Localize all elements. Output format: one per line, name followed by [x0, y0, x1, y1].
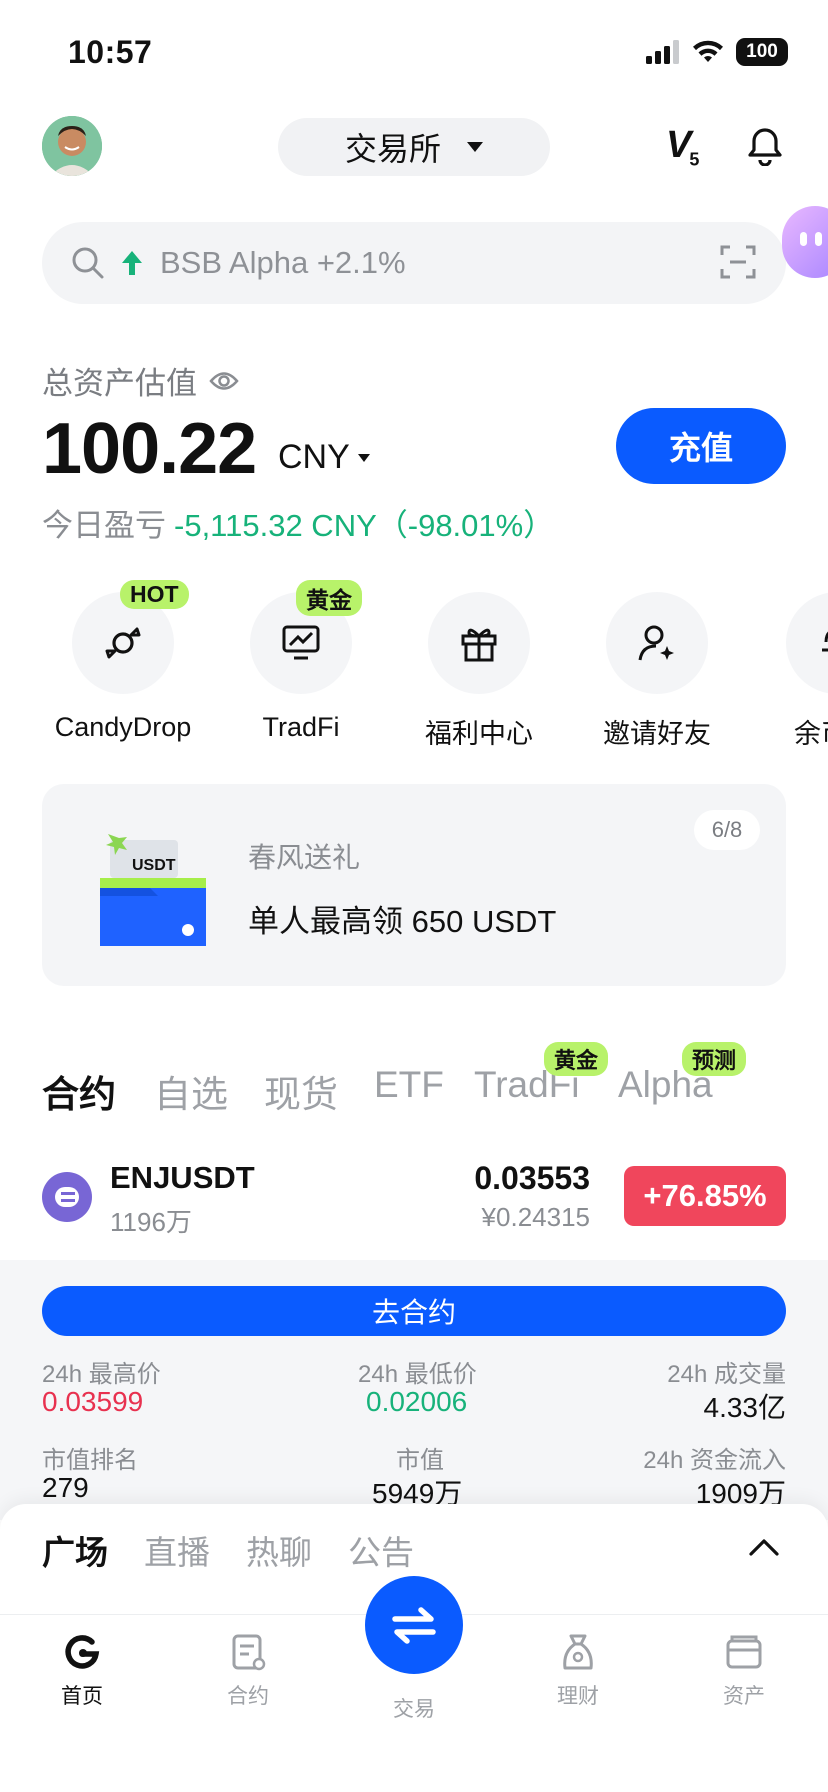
stat-high-label: 24h 最高价 — [42, 1361, 161, 1388]
stat-inflow-label: 24h 资金流入 — [643, 1447, 786, 1474]
today-pnl-value: -5,115.32 CNY（-98.01%） — [174, 508, 555, 543]
svg-text:USDT: USDT — [132, 857, 176, 874]
battery-indicator: 100 — [736, 38, 788, 66]
tab-spot[interactable]: 现货 — [264, 1064, 338, 1118]
tab-square[interactable]: 广场 — [42, 1526, 108, 1574]
trade-fab[interactable] — [365, 1576, 463, 1674]
tab-watchlist[interactable]: 自选 — [154, 1064, 228, 1118]
tab-contract[interactable]: 合约 — [42, 1064, 116, 1118]
trend-up-icon — [122, 251, 142, 275]
wallet-icon — [726, 1635, 762, 1669]
swap-icon — [392, 1607, 436, 1644]
candy-icon — [105, 627, 141, 659]
finance-icon — [563, 1634, 593, 1670]
chart-monitor-icon — [282, 625, 320, 660]
coin-symbol[interactable]: ENJUSDT — [110, 1160, 255, 1196]
vip-badge[interactable]: V5 — [666, 124, 699, 171]
stat-marketcap-label: 市值 — [396, 1447, 444, 1474]
caret-down-icon — [357, 453, 370, 462]
stat-volume-value: 4.33亿 — [703, 1392, 787, 1423]
stat-volume-label: 24h 成交量 — [667, 1361, 786, 1388]
stat-low-value: 0.02006 — [366, 1386, 468, 1417]
nav-trade-label[interactable]: 交易 — [384, 1693, 444, 1723]
tab-hot-chat[interactable]: 热聊 — [246, 1526, 312, 1574]
gift-icon — [461, 628, 497, 662]
signal-icon — [646, 40, 679, 64]
promo-page-indicator: 6/8 — [694, 810, 760, 850]
asset-label: 总资产估值 — [42, 358, 239, 403]
quick-entry-candydrop[interactable]: HOT CandyDrop — [38, 580, 208, 743]
search-trending-text: BSB Alpha +2.1% — [160, 245, 406, 280]
quick-entry-tradfi[interactable]: 黄金 TradFi — [216, 580, 386, 743]
alpha-predict-badge: 预测 — [682, 1042, 747, 1076]
chevron-down-icon — [467, 142, 483, 152]
home-icon — [65, 1635, 100, 1669]
search-bar[interactable]: BSB Alpha +2.1% — [42, 222, 786, 304]
quick-entry-invite[interactable]: 邀请好友 — [572, 592, 742, 751]
hot-badge: HOT — [120, 580, 189, 609]
wifi-icon — [693, 40, 723, 62]
status-icons: 100 — [646, 38, 788, 66]
scan-icon[interactable] — [720, 244, 756, 280]
exchange-switcher[interactable]: 交易所 — [278, 118, 550, 176]
nav-contract[interactable]: 合约 — [188, 1632, 308, 1710]
tab-announcements[interactable]: 公告 — [348, 1526, 414, 1574]
go-contract-button[interactable]: 去合约 — [42, 1286, 786, 1336]
quick-entry-savings[interactable]: 余币宝 — [750, 592, 828, 751]
coin-change-badge[interactable]: +76.85% — [624, 1166, 786, 1226]
deposit-button[interactable]: 充值 — [616, 408, 786, 484]
stat-low-label: 24h 最低价 — [358, 1361, 477, 1388]
stat-rank-label: 市值排名 — [42, 1447, 138, 1474]
promo-title: 单人最高领 650 USDT — [248, 904, 557, 939]
coin-price: 0.03553 — [474, 1160, 590, 1196]
today-pnl: 今日盈亏 -5,115.32 CNY（-98.01%） — [42, 508, 555, 543]
stat-high-value: 0.03599 — [42, 1386, 144, 1417]
nav-home[interactable]: 首页 — [22, 1632, 142, 1710]
tab-etf[interactable]: ETF — [374, 1064, 444, 1106]
quick-entry-rewards[interactable]: 福利中心 — [394, 592, 564, 751]
stat-rank-value: 279 — [42, 1472, 89, 1503]
coin-price-cny: ¥0.24315 — [481, 1202, 590, 1232]
gold-badge: 黄金 — [296, 580, 362, 616]
piggy-icon — [822, 631, 828, 652]
bell-icon[interactable] — [746, 126, 784, 166]
eye-icon[interactable] — [209, 370, 239, 392]
enj-coin-icon — [42, 1172, 92, 1222]
contract-icon — [232, 1634, 266, 1671]
avatar[interactable] — [42, 116, 102, 176]
currency-selector[interactable]: CNY — [278, 438, 370, 477]
status-time: 10:57 — [68, 34, 153, 70]
invite-user-icon — [638, 625, 674, 661]
search-icon — [72, 247, 104, 279]
chevron-up-icon[interactable] — [748, 1536, 780, 1558]
total-asset-value: 100.22 — [42, 409, 257, 489]
assistant-bubble[interactable] — [782, 206, 828, 278]
promo-subtitle: 春风送礼 — [248, 842, 361, 873]
nav-finance[interactable]: 理财 — [518, 1632, 638, 1710]
nav-assets[interactable]: 资产 — [684, 1632, 804, 1710]
coin-volume: 1196万 — [110, 1207, 192, 1237]
tradfi-gold-badge: 黄金 — [544, 1042, 609, 1076]
usdt-folder-illustration: USDT — [100, 834, 206, 946]
tab-live[interactable]: 直播 — [144, 1526, 210, 1574]
exchange-label: 交易所 — [344, 131, 441, 167]
